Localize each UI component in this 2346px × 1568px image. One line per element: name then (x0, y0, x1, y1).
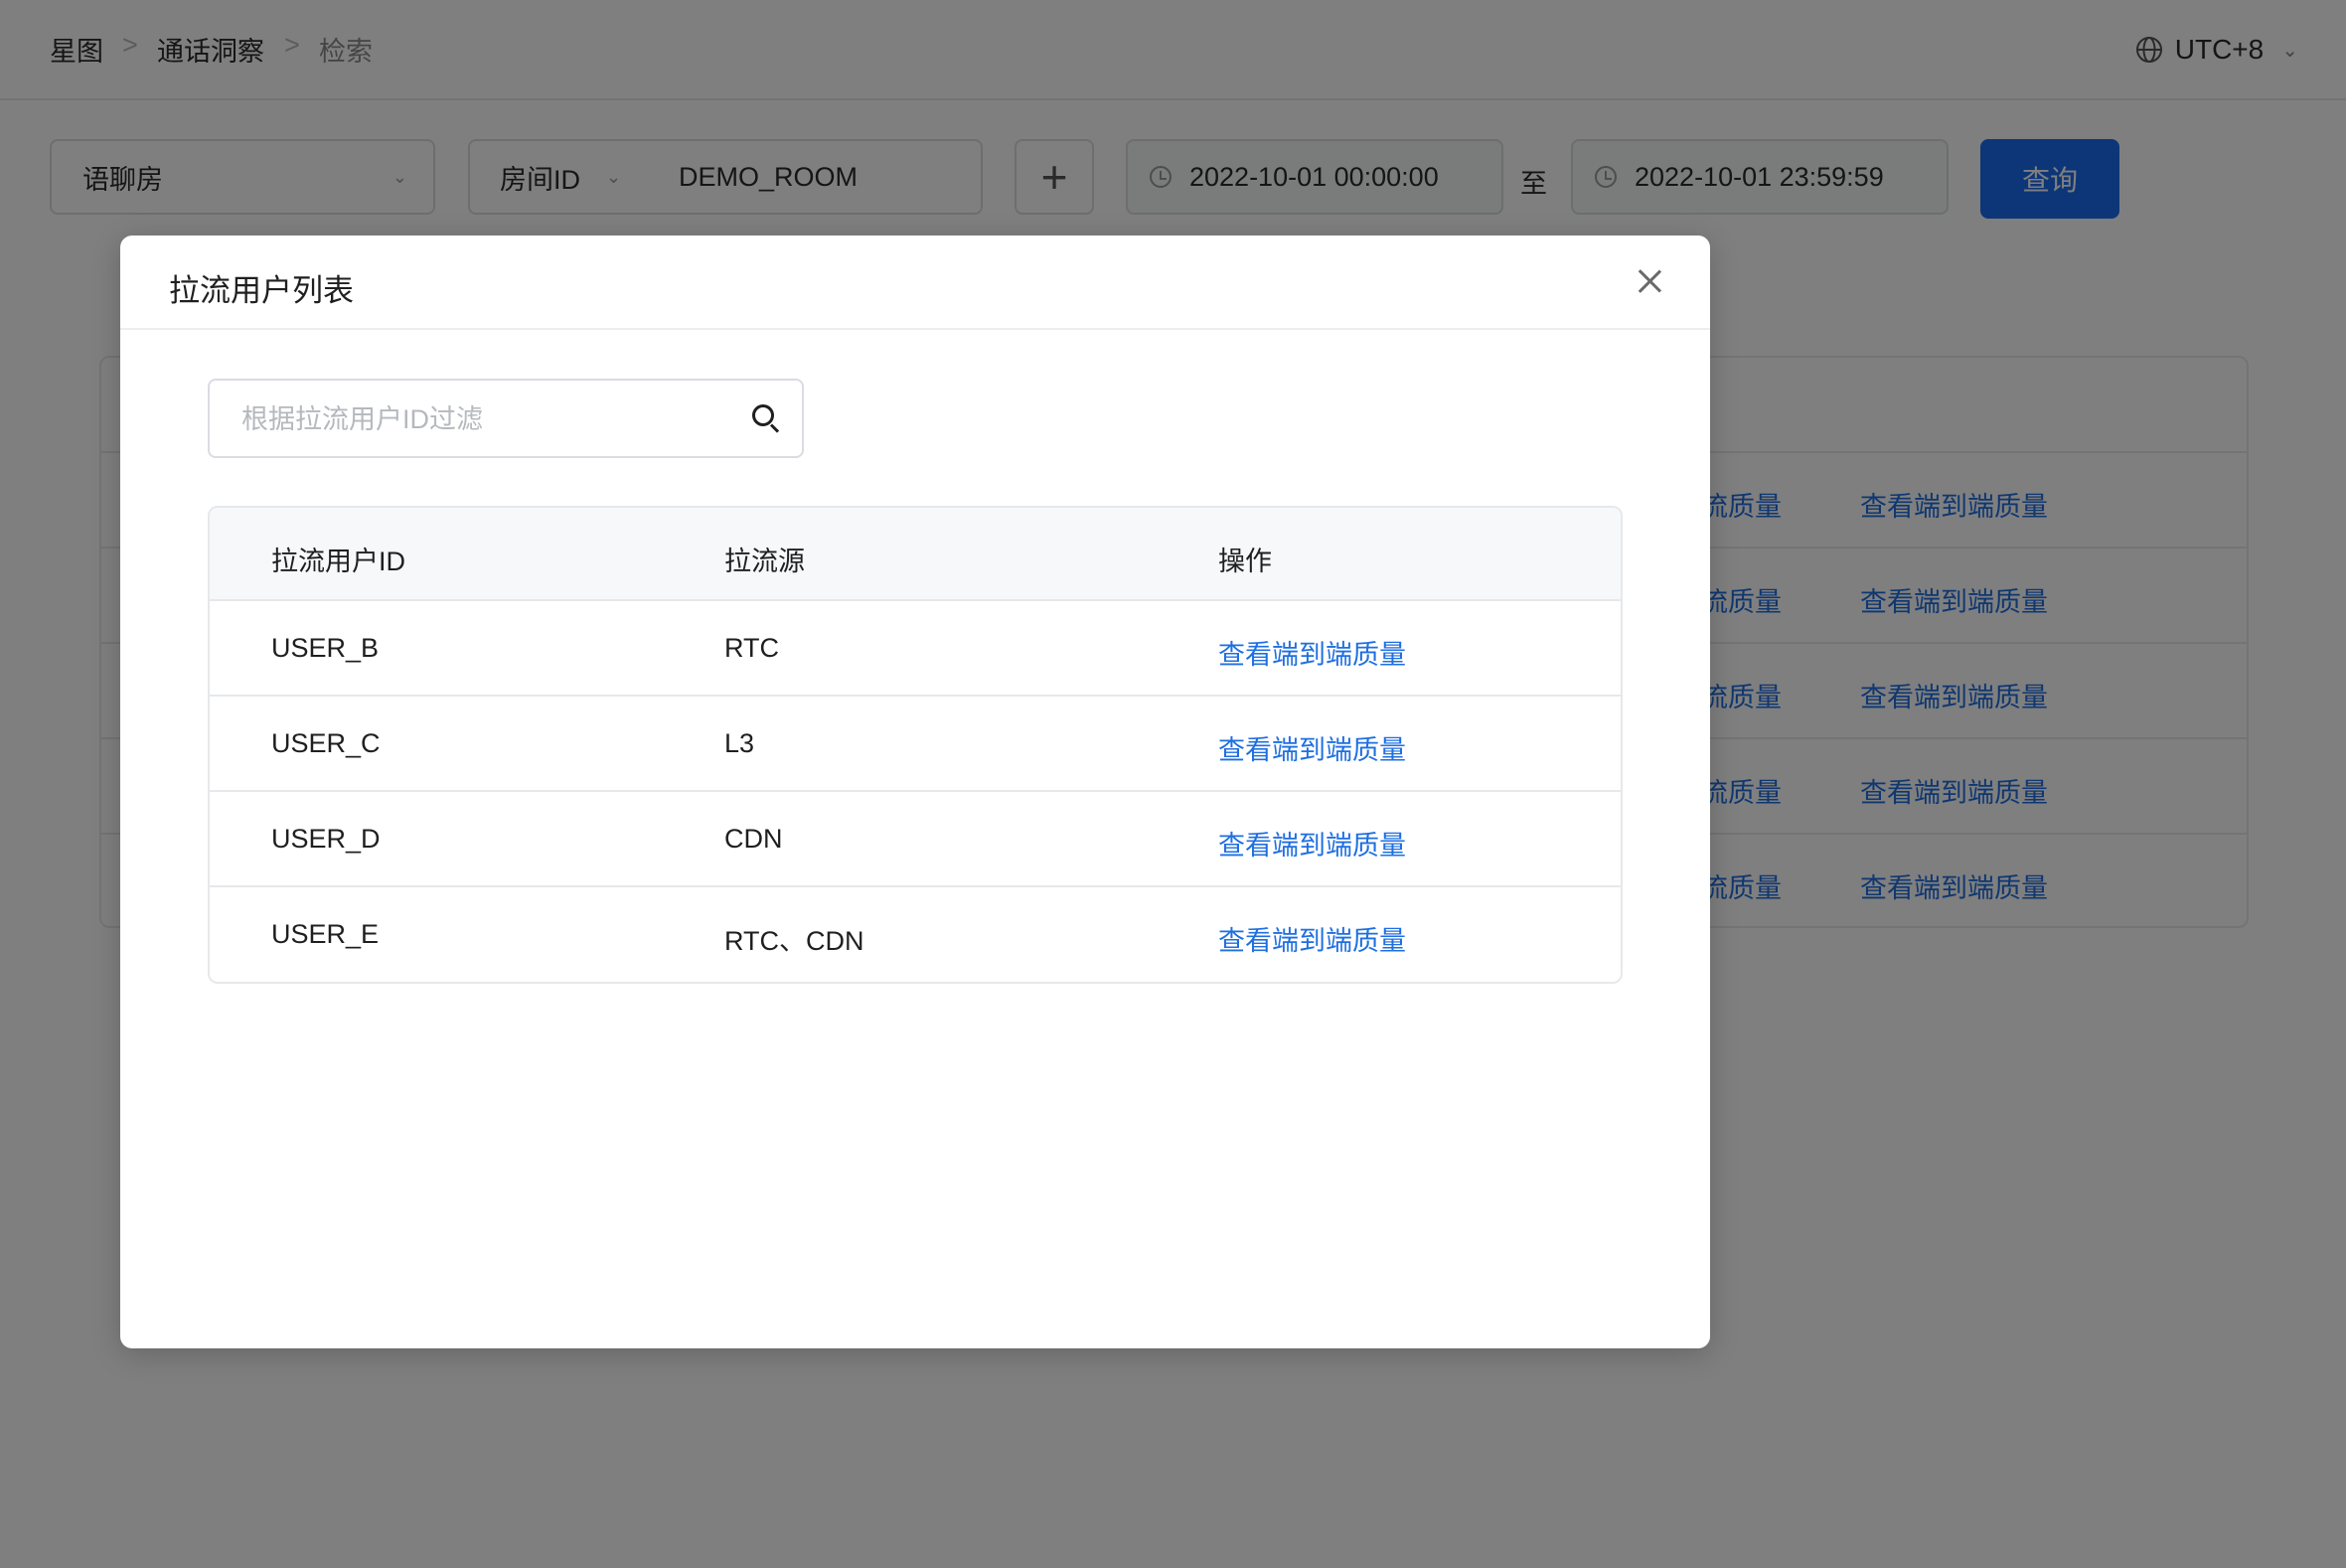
view-e2e-quality-link[interactable]: 查看端到端质量 (1218, 824, 1406, 862)
table-row: USER_D CDN 查看端到端质量 (210, 792, 1621, 887)
user-id-cell: USER_C (271, 728, 381, 758)
user-filter-search (208, 379, 804, 458)
view-e2e-quality-link[interactable]: 查看端到端质量 (1218, 633, 1406, 672)
source-cell: RTC、CDN (724, 926, 864, 956)
modal-title: 拉流用户列表 (169, 273, 354, 308)
column-header-action: 操作 (1218, 547, 1272, 576)
pull-users-table: 拉流用户ID 拉流源 操作 USER_B RTC 查看端到端质量 USER_C … (208, 506, 1623, 984)
close-icon[interactable] (1635, 266, 1664, 296)
user-id-cell: USER_D (271, 824, 381, 854)
modal-header: 拉流用户列表 (120, 235, 1710, 330)
view-e2e-quality-link[interactable]: 查看端到端质量 (1218, 728, 1406, 767)
column-header-source: 拉流源 (724, 547, 805, 576)
source-cell: RTC (724, 633, 780, 663)
search-icon[interactable] (752, 404, 780, 432)
source-cell: L3 (724, 728, 755, 758)
table-row: USER_E RTC、CDN 查看端到端质量 (210, 887, 1621, 982)
table-row: USER_C L3 查看端到端质量 (210, 697, 1621, 792)
column-header-user-id: 拉流用户ID (271, 547, 405, 576)
user-filter-input[interactable] (239, 381, 720, 458)
source-cell: CDN (724, 824, 783, 854)
pull-stream-users-modal: 拉流用户列表 拉流用户ID 拉流源 操作 USER_B RTC 查看端到端质量 … (120, 235, 1710, 1348)
table-header: 拉流用户ID 拉流源 操作 (210, 508, 1621, 601)
user-id-cell: USER_E (271, 919, 380, 949)
view-e2e-quality-link[interactable]: 查看端到端质量 (1218, 919, 1406, 958)
table-row: USER_B RTC 查看端到端质量 (210, 601, 1621, 697)
user-id-cell: USER_B (271, 633, 380, 663)
